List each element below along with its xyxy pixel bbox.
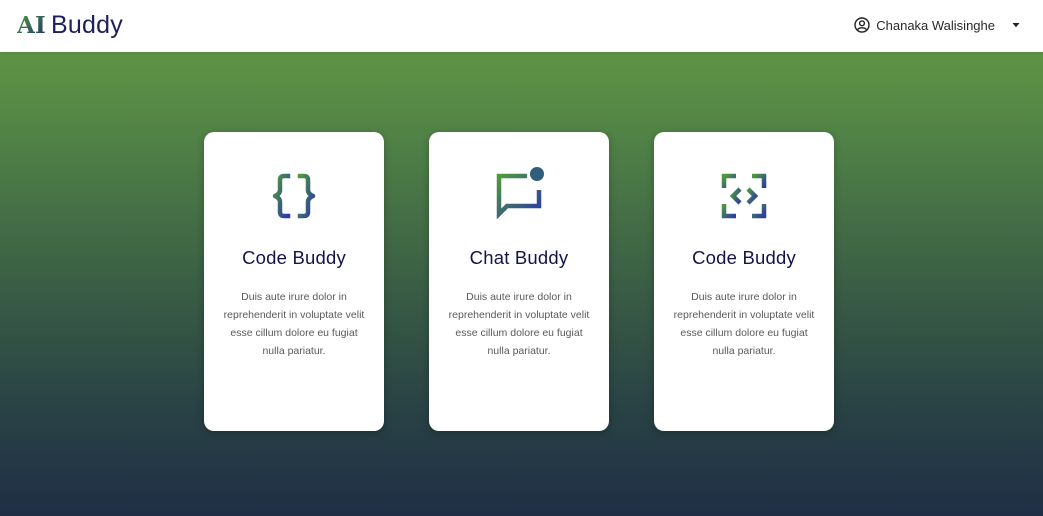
- user-avatar-icon: [854, 17, 870, 33]
- card-code-buddy[interactable]: Code Buddy Duis aute irure dolor in repr…: [204, 132, 384, 431]
- user-menu[interactable]: Chanaka Walisinghe: [854, 14, 1021, 36]
- logo-ai-text: AI: [17, 11, 47, 39]
- card-description: Duis aute irure dolor in reprehenderit i…: [448, 291, 590, 357]
- user-name: Chanaka Walisinghe: [876, 17, 995, 33]
- top-header: AI Buddy Chanaka Walisinghe: [0, 0, 1043, 52]
- card-description: Duis aute irure dolor in reprehenderit i…: [223, 291, 365, 357]
- curly-braces-icon: [272, 173, 316, 219]
- card-title: Chat Buddy: [469, 247, 569, 268]
- app-logo[interactable]: AI Buddy: [17, 9, 123, 41]
- card-title: Code Buddy: [242, 247, 346, 268]
- chat-notification-icon: [496, 167, 544, 220]
- caret-down-icon[interactable]: [1011, 20, 1021, 30]
- logo-name-text: Buddy: [51, 10, 123, 39]
- code-brackets-icon: [721, 173, 767, 219]
- card-title: Code Buddy: [692, 247, 796, 268]
- card-code-buddy-2[interactable]: Code Buddy Duis aute irure dolor in repr…: [654, 132, 834, 431]
- card-description: Duis aute irure dolor in reprehenderit i…: [673, 291, 815, 357]
- main-content: Code Buddy Duis aute irure dolor in repr…: [0, 52, 1043, 516]
- card-chat-buddy[interactable]: Chat Buddy Duis aute irure dolor in repr…: [429, 132, 609, 431]
